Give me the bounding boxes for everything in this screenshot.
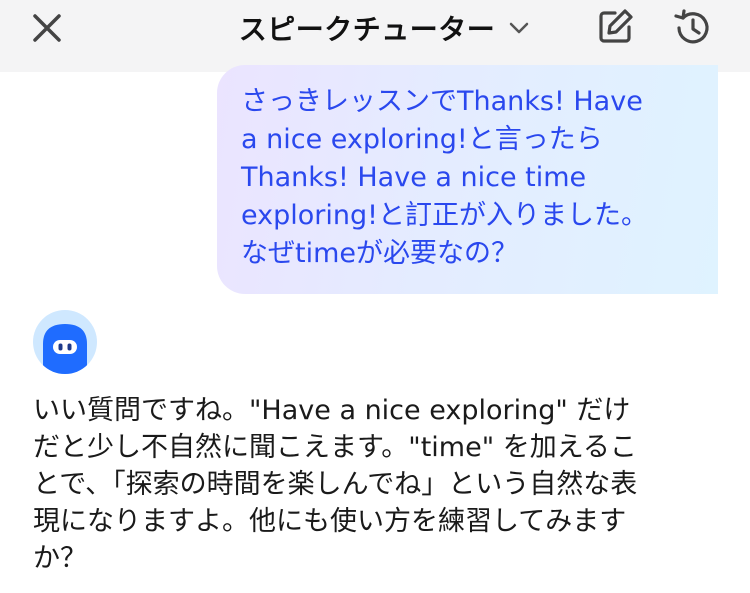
chevron-down-icon: [507, 16, 531, 40]
page-title: スピークチューター: [238, 13, 496, 46]
tutor-avatar-icon: [43, 324, 87, 374]
user-message-bubble: さっきレッスンでThanks! Have a nice exploring!と言…: [217, 65, 718, 294]
history-icon: [674, 9, 709, 44]
top-bar: スピークチューター: [0, 0, 750, 72]
edit-icon: [599, 9, 633, 43]
assistant-message: いい質問ですね。"Have a nice exploring" だけ だと少し不…: [33, 395, 638, 574]
history-button[interactable]: [668, 4, 716, 52]
edit-button[interactable]: [592, 4, 638, 50]
avatar: [33, 310, 97, 374]
